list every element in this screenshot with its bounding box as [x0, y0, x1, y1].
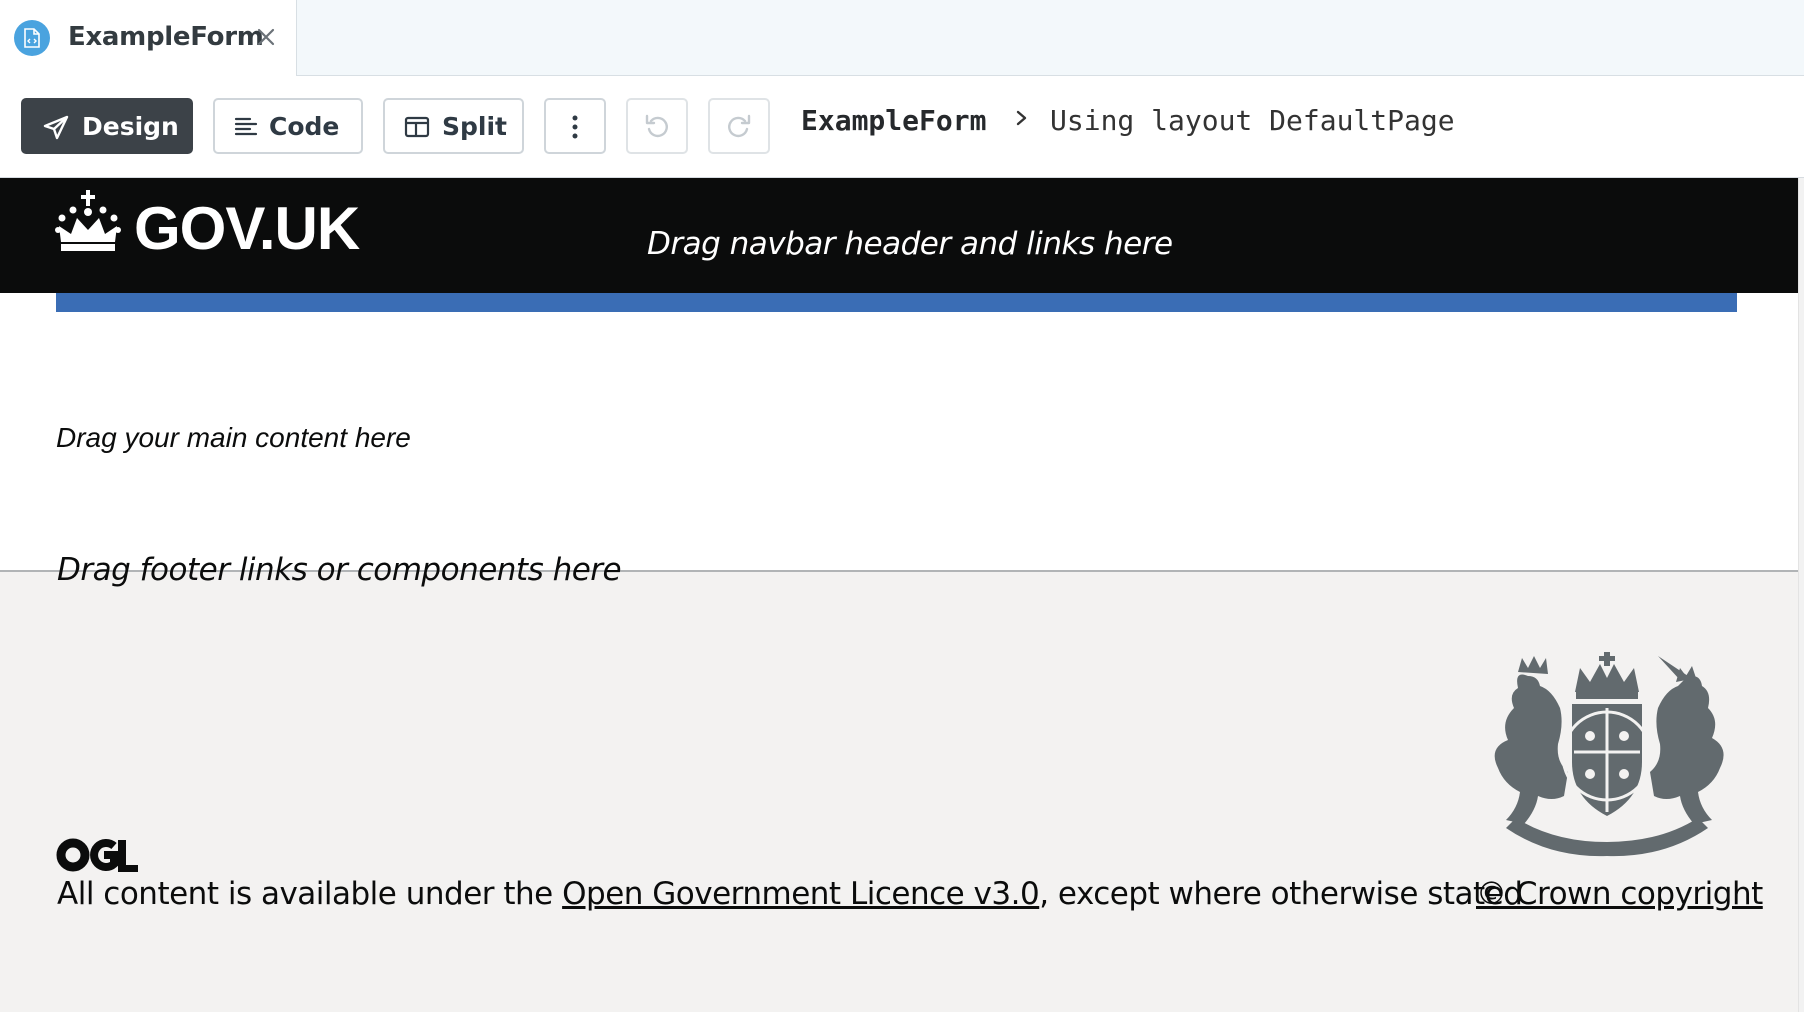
- navbar-drop-zone[interactable]: Drag navbar header and links here: [647, 226, 1173, 262]
- footer-drop-zone[interactable]: Drag footer links or components here: [57, 552, 622, 588]
- govuk-logotype: GOV.UK: [134, 195, 360, 262]
- breadcrumb-form-name[interactable]: ExampleForm: [801, 104, 986, 137]
- close-icon[interactable]: [252, 22, 280, 52]
- crown-icon: [55, 190, 121, 251]
- code-button[interactable]: Code: [213, 98, 363, 154]
- open-government-licence-link[interactable]: Open Government Licence v3.0: [562, 876, 1040, 912]
- send-icon: [43, 115, 69, 147]
- crown-copyright-link[interactable]: © Crown copyright: [1476, 876, 1763, 912]
- more-vertical-icon: [570, 114, 580, 146]
- undo-button[interactable]: [626, 98, 688, 154]
- form-file-icon: [14, 20, 50, 56]
- tab-bar: ExampleForm: [0, 0, 1804, 76]
- canvas-scrollbar[interactable]: [1798, 178, 1804, 1012]
- chevron-right-icon: [1015, 106, 1029, 130]
- licence-text: All content is available under the Open …: [57, 876, 1523, 912]
- govuk-header: GOV.UK Drag navbar header and links here: [0, 178, 1798, 293]
- split-view-icon: [404, 115, 430, 145]
- tab-title: ExampleForm: [68, 22, 264, 52]
- royal-coat-of-arms-icon: [1494, 652, 1724, 857]
- breadcrumb-layout[interactable]: Using layout DefaultPage: [1050, 104, 1455, 137]
- split-button[interactable]: Split: [383, 98, 524, 154]
- redo-button[interactable]: [708, 98, 770, 154]
- header-accent-bar: [56, 293, 1737, 312]
- design-button[interactable]: Design: [21, 98, 193, 154]
- redo-icon: [725, 112, 753, 146]
- design-canvas: GOV.UK Drag navbar header and links here…: [0, 178, 1798, 1012]
- undo-icon: [643, 112, 671, 146]
- main-content-drop-zone[interactable]: Drag your main content here: [56, 422, 411, 454]
- tab-exampleform[interactable]: ExampleForm: [0, 0, 297, 76]
- editor-toolbar: Design Code Split ExampleForm Using layo…: [0, 76, 1804, 178]
- more-options-button[interactable]: [544, 98, 606, 154]
- text-lines-icon: [234, 115, 258, 145]
- ogl-logo-icon: [56, 838, 138, 872]
